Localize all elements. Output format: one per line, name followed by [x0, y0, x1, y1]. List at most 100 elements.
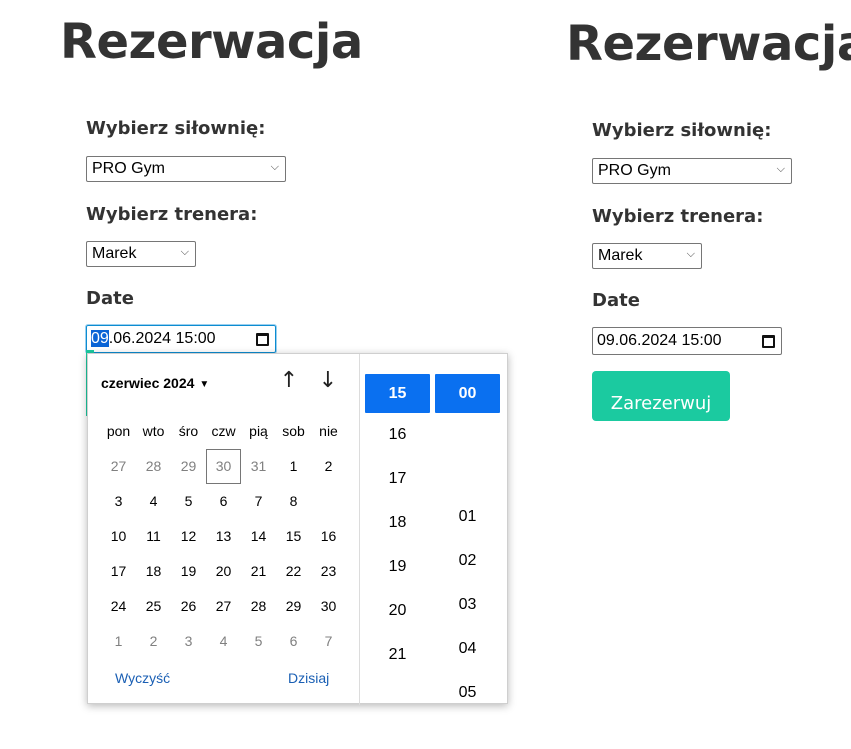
hour-option[interactable]: 19	[365, 545, 430, 589]
calendar-day[interactable]: 8	[276, 484, 311, 519]
calendar-day[interactable]: 3	[171, 624, 206, 659]
calendar-day-label: 8	[289, 493, 298, 509]
calendar-day[interactable]: 25	[136, 589, 171, 624]
calendar-day[interactable]: 5	[241, 624, 276, 659]
calendar-day[interactable]: 6	[276, 624, 311, 659]
calendar-day[interactable]: 23	[311, 554, 346, 589]
hour-selected[interactable]: 15	[365, 374, 430, 413]
calendar-day-label: 27	[215, 598, 232, 614]
datetime-value: 09.06.2024 15:00	[597, 332, 722, 349]
calendar-day[interactable]: 11	[136, 519, 171, 554]
calendar-day-label: 6	[289, 633, 298, 649]
today-link[interactable]: Dzisiaj	[288, 670, 329, 686]
calendar-day[interactable]: 15	[276, 519, 311, 554]
calendar-day[interactable]: 5	[171, 484, 206, 519]
calendar-icon[interactable]	[256, 333, 269, 346]
calendar-day[interactable]: 1	[276, 449, 311, 484]
minute-option[interactable]: 03	[435, 583, 500, 627]
minute-option[interactable]: 04	[435, 627, 500, 671]
minute-scroll-spacer	[435, 413, 500, 495]
gym-select[interactable]: PRO Gym ⌵	[592, 158, 792, 184]
minute-selected[interactable]: 00	[435, 374, 500, 413]
hour-option[interactable]: 18	[365, 501, 430, 545]
clear-link[interactable]: Wyczyść	[115, 670, 170, 686]
calendar-day-label: 28	[250, 598, 267, 614]
calendar-day-label: 24	[110, 598, 127, 614]
calendar-day-label: 3	[114, 493, 123, 509]
day-segment[interactable]: 09	[91, 330, 109, 347]
calendar-day[interactable]: 10	[101, 519, 136, 554]
hour-option[interactable]: 16	[365, 413, 430, 457]
page-title: Rezerwacja	[60, 14, 363, 70]
calendar-day[interactable]: 18	[136, 554, 171, 589]
calendar-day-selected[interactable]: 9	[311, 484, 346, 519]
calendar-day-label: 21	[250, 563, 267, 579]
calendar-day[interactable]: 4	[136, 484, 171, 519]
datetime-input[interactable]: 09.06.2024 15:00	[592, 327, 782, 355]
calendar-day[interactable]: 2	[136, 624, 171, 659]
hour-option[interactable]: 21	[365, 633, 430, 677]
calendar-day-label: 30	[320, 598, 337, 614]
weekday-header: śro	[178, 423, 199, 439]
reserve-button[interactable]: Zarezerwuj	[592, 371, 730, 421]
calendar-day[interactable]: 7	[241, 484, 276, 519]
calendar-day[interactable]: 30	[206, 449, 241, 484]
calendar-day[interactable]: 29	[171, 449, 206, 484]
trainer-select[interactable]: Marek ⌵	[592, 243, 702, 269]
calendar-icon[interactable]	[762, 335, 775, 348]
weekday-header: pon	[106, 423, 131, 439]
hour-column: 15 16 17 18 19 20 21	[365, 374, 430, 677]
page-title: Rezerwacja	[566, 16, 851, 72]
calendar-day[interactable]: 3	[101, 484, 136, 519]
trainer-select-value: Marek	[598, 247, 643, 264]
calendar-day[interactable]: 24	[101, 589, 136, 624]
caret-down-icon: ▼	[199, 379, 210, 390]
datetime-input[interactable]: 09.06.2024 15:00	[85, 324, 277, 354]
calendar-day[interactable]: 16	[311, 519, 346, 554]
calendar-day-label: 31	[250, 458, 267, 474]
hour-option[interactable]: 20	[365, 589, 430, 633]
calendar-day[interactable]: 29	[276, 589, 311, 624]
month-selector[interactable]: czerwiec 2024 ▼	[101, 375, 209, 391]
trainer-label: Wybierz trenera:	[86, 204, 258, 225]
calendar-day[interactable]: 28	[136, 449, 171, 484]
calendar-day[interactable]: 14	[241, 519, 276, 554]
calendar-day[interactable]: 17	[101, 554, 136, 589]
calendar-day[interactable]: 6	[206, 484, 241, 519]
calendar-day[interactable]: 30	[311, 589, 346, 624]
minute-option[interactable]: 02	[435, 539, 500, 583]
weekday-header: pią	[249, 423, 268, 439]
calendar-day[interactable]: 31	[241, 449, 276, 484]
arrow-up-icon[interactable]: ↑	[277, 370, 301, 394]
calendar-day[interactable]: 21	[241, 554, 276, 589]
calendar-day-label: 7	[254, 493, 263, 509]
calendar-day[interactable]: 2	[311, 449, 346, 484]
calendar-day[interactable]: 28	[241, 589, 276, 624]
calendar-day[interactable]: 4	[206, 624, 241, 659]
minute-column: 00 01 02 03 04 05	[435, 374, 500, 715]
calendar-grid: pon wto śro czw pią sob nie 27 28 29 30 31 1 2 3 4 5 6 7 8 9…	[101, 414, 346, 659]
arrow-down-icon[interactable]: ↓	[316, 370, 340, 394]
hour-option[interactable]: 17	[365, 457, 430, 501]
minute-option[interactable]: 05	[435, 671, 500, 715]
calendar-day[interactable]: 1	[101, 624, 136, 659]
gym-label: Wybierz siłownię:	[592, 120, 772, 141]
calendar-day[interactable]: 13	[206, 519, 241, 554]
calendar-day-label: 4	[149, 493, 158, 509]
gym-label: Wybierz siłownię:	[86, 118, 266, 139]
trainer-select[interactable]: Marek ⌵	[86, 241, 196, 267]
month-label: czerwiec 2024	[101, 375, 195, 391]
calendar-day[interactable]: 27	[101, 449, 136, 484]
calendar-day-label: 5	[184, 493, 193, 509]
minute-option[interactable]: 01	[435, 495, 500, 539]
calendar-day[interactable]: 7	[311, 624, 346, 659]
calendar-day[interactable]: 22	[276, 554, 311, 589]
calendar-day-label: 7	[324, 633, 333, 649]
calendar-day[interactable]: 27	[206, 589, 241, 624]
calendar-day[interactable]: 20	[206, 554, 241, 589]
calendar-day[interactable]: 12	[171, 519, 206, 554]
calendar-day[interactable]: 19	[171, 554, 206, 589]
calendar-day[interactable]: 26	[171, 589, 206, 624]
gym-select[interactable]: PRO Gym ⌵	[86, 156, 286, 182]
calendar-day-label: 20	[215, 563, 232, 579]
